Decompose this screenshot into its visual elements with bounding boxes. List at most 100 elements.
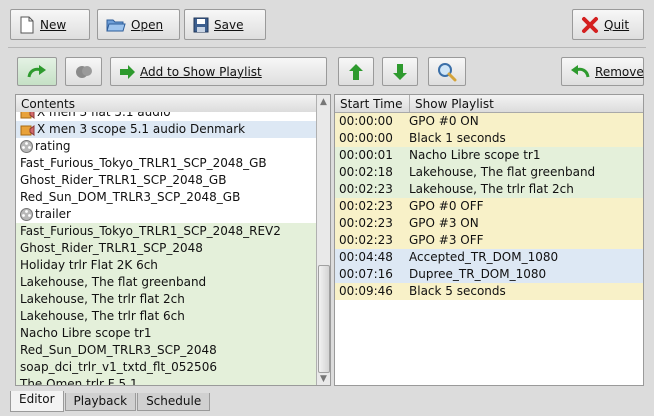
remove-button[interactable]: Remove (561, 57, 644, 86)
playlist-list: 00:00:00 GPO #0 ON 00:00:00 Black 1 seconds… (335, 113, 643, 300)
list-item-label: Ghost_Rider_TRLR1_SCP_2048_GB (20, 173, 227, 187)
contents-panel: Contents X men 3 flat 5.1 audio X men 3 s… (15, 94, 331, 386)
list-item[interactable]: soap_dci_trlr_v1_txtd_flt_052506 (16, 359, 317, 376)
gray-blob-icon (74, 63, 94, 81)
remove-button-label: Remove (595, 64, 644, 79)
toolbar-separator (8, 47, 646, 48)
start-time-cell: 00:02:23 (339, 233, 393, 247)
list-item[interactable]: X men 3 scope 5.1 audio Denmark (16, 121, 317, 138)
quit-button[interactable]: Quit (572, 9, 644, 40)
green-up-arrow-icon (349, 63, 363, 80)
table-row[interactable]: 00:07:16 Dupree_TR_DOM_1080 (335, 266, 643, 283)
show-playlist-cell: GPO #0 ON (409, 114, 479, 128)
table-row[interactable]: 00:04:48 Accepted_TR_DOM_1080 (335, 249, 643, 266)
table-row[interactable]: 00:00:00 Black 1 seconds (335, 130, 643, 147)
contents-header: Contents (16, 95, 317, 113)
start-time-cell: 00:00:00 (339, 114, 393, 128)
list-item[interactable]: Red_Sun_DOM_TRLR3_SCP_2048 (16, 342, 317, 359)
list-item[interactable]: Red_Sun_DOM_TRLR3_SCP_2048_GB (16, 189, 317, 206)
show-playlist-cell: Accepted_TR_DOM_1080 (409, 250, 559, 264)
list-item[interactable]: Fast_Furious_Tokyo_TRLR1_SCP_2048_GB (16, 155, 317, 172)
list-item[interactable]: Holiday trlr Flat 2K 6ch (16, 257, 317, 274)
start-time-cell: 00:00:01 (339, 148, 393, 162)
refresh-button[interactable] (17, 57, 57, 86)
show-playlist-header[interactable]: Show Playlist (410, 95, 643, 112)
open-button[interactable]: Open (97, 9, 180, 40)
table-row[interactable]: 00:00:01 Nacho Libre scope tr1 (335, 147, 643, 164)
list-item[interactable]: X men 3 flat 5.1 audio (16, 112, 317, 121)
table-row[interactable]: 00:09:46 Black 5 seconds (335, 283, 643, 300)
table-row[interactable]: 00:02:23 GPO #3 OFF (335, 232, 643, 249)
green-right-arrow-icon (119, 64, 135, 79)
list-item-label: Fast_Furious_Tokyo_TRLR1_SCP_2048_REV2 (20, 224, 281, 238)
list-item-label: Red_Sun_DOM_TRLR3_SCP_2048_GB (20, 190, 241, 204)
contents-list: X men 3 flat 5.1 audio X men 3 scope 5.1 … (16, 112, 317, 385)
contents-scrollbar[interactable]: ▲ ▼ (316, 95, 330, 385)
new-button[interactable]: New (10, 9, 90, 40)
list-item[interactable]: trailer (16, 206, 317, 223)
add-to-playlist-button[interactable]: Add to Show Playlist (110, 57, 327, 86)
green-curved-arrow-icon (27, 64, 47, 80)
contents-header-label: Contents (21, 97, 75, 111)
list-item-label: trailer (35, 207, 71, 221)
scroll-thumb[interactable] (318, 265, 330, 373)
start-time-cell: 00:04:48 (339, 250, 393, 264)
list-item[interactable]: Lakehouse, The flat greenband (16, 274, 317, 291)
quit-button-label: Quit (604, 17, 630, 32)
list-item-label: X men 3 flat 5.1 audio (37, 112, 171, 119)
scroll-down-arrow-icon[interactable]: ▼ (317, 372, 330, 385)
show-playlist-cell: Black 1 seconds (409, 131, 506, 145)
show-playlist-cell: Lakehouse, The trlr flat 2ch (409, 182, 574, 196)
list-item-label: Holiday trlr Flat 2K 6ch (20, 258, 158, 272)
open-button-label: Open (131, 17, 164, 32)
start-time-header[interactable]: Start Time (335, 95, 410, 112)
list-item[interactable]: Ghost_Rider_TRLR1_SCP_2048 (16, 240, 317, 257)
start-time-cell: 00:00:00 (339, 131, 393, 145)
move-down-button[interactable] (382, 57, 418, 86)
save-button-label: Save (214, 17, 244, 32)
move-up-button[interactable] (338, 57, 374, 86)
table-row[interactable]: 00:02:18 Lakehouse, The flat greenband (335, 164, 643, 181)
scroll-up-arrow-icon[interactable]: ▲ (317, 95, 330, 108)
table-row[interactable]: 00:02:23 GPO #0 OFF (335, 198, 643, 215)
list-item[interactable]: Nacho Libre scope tr1 (16, 325, 317, 342)
list-item-label: Fast_Furious_Tokyo_TRLR1_SCP_2048_GB (20, 156, 267, 170)
list-item[interactable]: Lakehouse, The trlr flat 2ch (16, 291, 317, 308)
list-item[interactable]: Fast_Furious_Tokyo_TRLR1_SCP_2048_REV2 (16, 223, 317, 240)
bottom-tabs: Editor Playback Schedule (10, 391, 211, 412)
playlist-panel: Start Time Show Playlist 00:00:00 GPO #0 … (334, 94, 644, 386)
show-playlist-cell: Nacho Libre scope tr1 (409, 148, 541, 162)
list-item-label: soap_dci_trlr_v1_txtd_flt_052506 (20, 360, 217, 374)
table-row[interactable]: 00:02:23 GPO #3 ON (335, 215, 643, 232)
list-item[interactable]: The Omen trlr F 5.1 (16, 376, 317, 385)
table-row[interactable]: 00:00:00 GPO #0 ON (335, 113, 643, 130)
disabled-tool-button[interactable] (65, 57, 102, 86)
green-back-arrow-icon (570, 64, 590, 80)
start-time-cell: 00:02:23 (339, 216, 393, 230)
show-playlist-cell: Lakehouse, The flat greenband (409, 165, 596, 179)
green-down-arrow-icon (393, 63, 407, 80)
start-time-cell: 00:02:18 (339, 165, 393, 179)
tab-schedule[interactable]: Schedule (137, 393, 211, 411)
tab-editor[interactable]: Editor (10, 391, 64, 412)
search-button[interactable] (428, 57, 466, 86)
show-playlist-cell: Dupree_TR_DOM_1080 (409, 267, 547, 281)
new-document-icon (19, 16, 35, 34)
list-item-label: Red_Sun_DOM_TRLR3_SCP_2048 (20, 343, 217, 357)
list-item[interactable]: rating (16, 138, 317, 155)
list-item-label: Ghost_Rider_TRLR1_SCP_2048 (20, 241, 203, 255)
audio-folder-icon (20, 123, 35, 136)
list-item-label: The Omen trlr F 5.1 (20, 377, 138, 385)
table-row[interactable]: 00:02:23 Lakehouse, The trlr flat 2ch (335, 181, 643, 198)
list-item[interactable]: Ghost_Rider_TRLR1_SCP_2048_GB (16, 172, 317, 189)
new-button-label: New (40, 17, 67, 32)
list-item-label: Lakehouse, The trlr flat 6ch (20, 309, 185, 323)
magnifier-icon (437, 62, 457, 82)
list-item-label: Lakehouse, The flat greenband (20, 275, 207, 289)
start-time-cell: 00:09:46 (339, 284, 393, 298)
list-item[interactable]: Lakehouse, The trlr flat 6ch (16, 308, 317, 325)
tab-playback[interactable]: Playback (64, 393, 137, 411)
start-time-cell: 00:07:16 (339, 267, 393, 281)
save-button[interactable]: Save (184, 9, 266, 40)
save-disk-icon (193, 17, 209, 33)
